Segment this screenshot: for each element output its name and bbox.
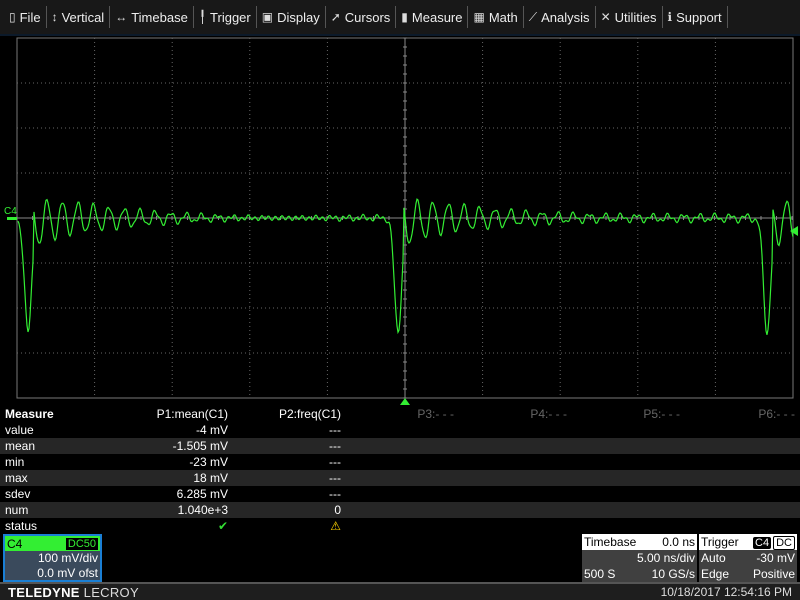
tools-icon: ✕ bbox=[600, 10, 611, 24]
trigger-position-marker[interactable] bbox=[400, 398, 410, 405]
measure-row-value: value -4 mV --- bbox=[0, 422, 800, 438]
p2-value: --- bbox=[329, 423, 341, 437]
p1-value: ✔ bbox=[217, 519, 228, 533]
cursor-icon: ➚ bbox=[330, 10, 341, 24]
measure-header: Measure P1:mean(C1) P2:freq(C1) P3:- - -… bbox=[0, 406, 800, 422]
param-p5[interactable]: P5:- - - bbox=[567, 407, 680, 421]
trace-label: C4 bbox=[4, 206, 17, 217]
menu-analysis[interactable]: ⟋ Analysis bbox=[524, 6, 596, 28]
menu-cursors[interactable]: ➚ Cursors bbox=[326, 6, 397, 28]
menu-timebase[interactable]: ↔ Timebase bbox=[110, 6, 194, 28]
trigger-title: Trigger bbox=[701, 535, 739, 549]
p1-value: 1.040e+3 bbox=[177, 503, 228, 517]
p2-value: --- bbox=[329, 455, 341, 469]
menu-support[interactable]: ℹ Support bbox=[663, 6, 728, 28]
menu-utilities[interactable]: ✕ Utilities bbox=[596, 6, 663, 28]
menu-math[interactable]: ▦ Math bbox=[468, 6, 524, 28]
channel-scale: 100 mV/div bbox=[37, 551, 98, 565]
teledyne-lecroy-logo: TELEDYNE LECROY bbox=[8, 584, 139, 600]
menu-vertical[interactable]: ↕ Vertical bbox=[47, 6, 111, 28]
channel-name: C4 bbox=[7, 536, 23, 551]
param-p2[interactable]: P2:freq(C1) bbox=[228, 407, 341, 421]
row-label: sdev bbox=[5, 487, 31, 501]
trigger-level: -30 mV bbox=[756, 551, 795, 565]
menu-display[interactable]: ▣ Display bbox=[257, 6, 326, 28]
timebase-title: Timebase bbox=[584, 535, 637, 549]
param-p1[interactable]: P1:mean(C1) bbox=[100, 407, 228, 421]
p1-value: 6.285 mV bbox=[176, 487, 228, 501]
param-p6[interactable]: P6:- - - bbox=[680, 407, 795, 421]
timebase-samples: 500 S bbox=[584, 567, 616, 581]
measure-title: Measure bbox=[5, 407, 54, 421]
row-label: num bbox=[5, 503, 29, 517]
p2-value: --- bbox=[329, 439, 341, 453]
waveform-grid[interactable]: C4 bbox=[0, 36, 800, 406]
measure-row-status: status ✔ ⚠ bbox=[0, 518, 800, 534]
p2-value: --- bbox=[329, 471, 341, 485]
p2-value: --- bbox=[329, 487, 341, 501]
trigger-coupling: DC bbox=[773, 536, 795, 550]
p1-value: -23 mV bbox=[189, 455, 228, 469]
timebase-delay: 0.0 ns bbox=[662, 535, 695, 549]
row-label: status bbox=[5, 519, 38, 533]
row-label: mean bbox=[5, 439, 36, 453]
datetime: 10/18/2017 12:54:16 PM bbox=[660, 585, 792, 599]
menu-label: File bbox=[19, 9, 41, 25]
measure-row-sdev: sdev 6.285 mV --- bbox=[0, 486, 800, 502]
measure-row-min: min -23 mV --- bbox=[0, 454, 800, 470]
p1-value: -1.505 mV bbox=[172, 439, 228, 453]
measure-row-mean: mean -1.505 mV --- bbox=[0, 438, 800, 454]
p1-value: 18 mV bbox=[193, 471, 228, 485]
trigger-icon: ╿ bbox=[198, 10, 207, 24]
timebase-descriptor[interactable]: Timebase 0.0 ns 5.00 ns/div 500 S 10 GS/s bbox=[582, 534, 697, 582]
timebase-rate: 10 GS/s bbox=[651, 567, 695, 581]
menu-trigger[interactable]: ╿ Trigger bbox=[194, 6, 257, 28]
menu-label: Cursors bbox=[344, 9, 391, 25]
timebase-scale: 5.00 ns/div bbox=[636, 551, 695, 565]
p1-value: -4 mV bbox=[195, 423, 228, 437]
channel-c4-descriptor[interactable]: C4 DC50 100 mV/div 0.0 mV ofst bbox=[3, 534, 102, 582]
menu-label: Math bbox=[488, 9, 518, 25]
menu-file[interactable]: ▯ File bbox=[4, 6, 47, 28]
channel-offset: 0.0 mV ofst bbox=[37, 566, 98, 580]
file-icon: ▯ bbox=[9, 10, 16, 24]
trigger-slope: Positive bbox=[752, 567, 795, 581]
trigger-descriptor[interactable]: Trigger C4 DC Auto -30 mV Edge Positive bbox=[699, 534, 797, 582]
param-p3[interactable]: P3:- - - bbox=[341, 407, 454, 421]
menu-label: Timebase bbox=[131, 9, 188, 25]
menu-bar: ▯ File ↕ Vertical ↔ Timebase ╿ Trigger ▣ Display ➚… bbox=[0, 0, 800, 36]
calculator-icon: ▦ bbox=[473, 10, 485, 24]
menu-label: Utilities bbox=[614, 9, 657, 25]
menu-label: Support bbox=[676, 9, 722, 25]
menu-label: Analysis bbox=[541, 9, 590, 25]
row-label: max bbox=[5, 471, 28, 485]
chart-icon: ⟋ bbox=[528, 9, 538, 24]
display-icon: ▣ bbox=[261, 10, 274, 24]
p2-value: 0 bbox=[334, 503, 341, 517]
vertical-arrows-icon: ↕ bbox=[51, 10, 58, 24]
menu-label: Display bbox=[277, 9, 320, 25]
measure-row-num: num 1.040e+3 0 bbox=[0, 502, 800, 518]
menu-label: Trigger bbox=[210, 9, 251, 25]
menu-label: Vertical bbox=[61, 9, 105, 25]
measure-row-max: max 18 mV --- bbox=[0, 470, 800, 486]
trigger-type: Edge bbox=[701, 567, 730, 581]
menu-measure[interactable]: ▮ Measure bbox=[396, 6, 469, 28]
param-p4[interactable]: P4:- - - bbox=[454, 407, 567, 421]
p2-value: ⚠ bbox=[330, 519, 341, 533]
trigger-source: C4 bbox=[753, 537, 772, 549]
horizontal-arrows-icon: ↔ bbox=[115, 10, 128, 24]
measure-table: Measure P1:mean(C1) P2:freq(C1) P3:- - -… bbox=[0, 406, 800, 534]
menu-label: Measure bbox=[411, 9, 463, 25]
ruler-icon: ▮ bbox=[401, 10, 408, 24]
row-label: value bbox=[5, 423, 34, 437]
ground-marker[interactable] bbox=[7, 217, 17, 220]
channel-coupling: DC50 bbox=[65, 537, 98, 550]
status-bar: TELEDYNE LECROY 10/18/2017 12:54:16 PM bbox=[0, 582, 800, 600]
trigger-mode: Auto bbox=[701, 551, 726, 565]
row-label: min bbox=[5, 455, 25, 469]
info-icon: ℹ bbox=[667, 10, 673, 24]
